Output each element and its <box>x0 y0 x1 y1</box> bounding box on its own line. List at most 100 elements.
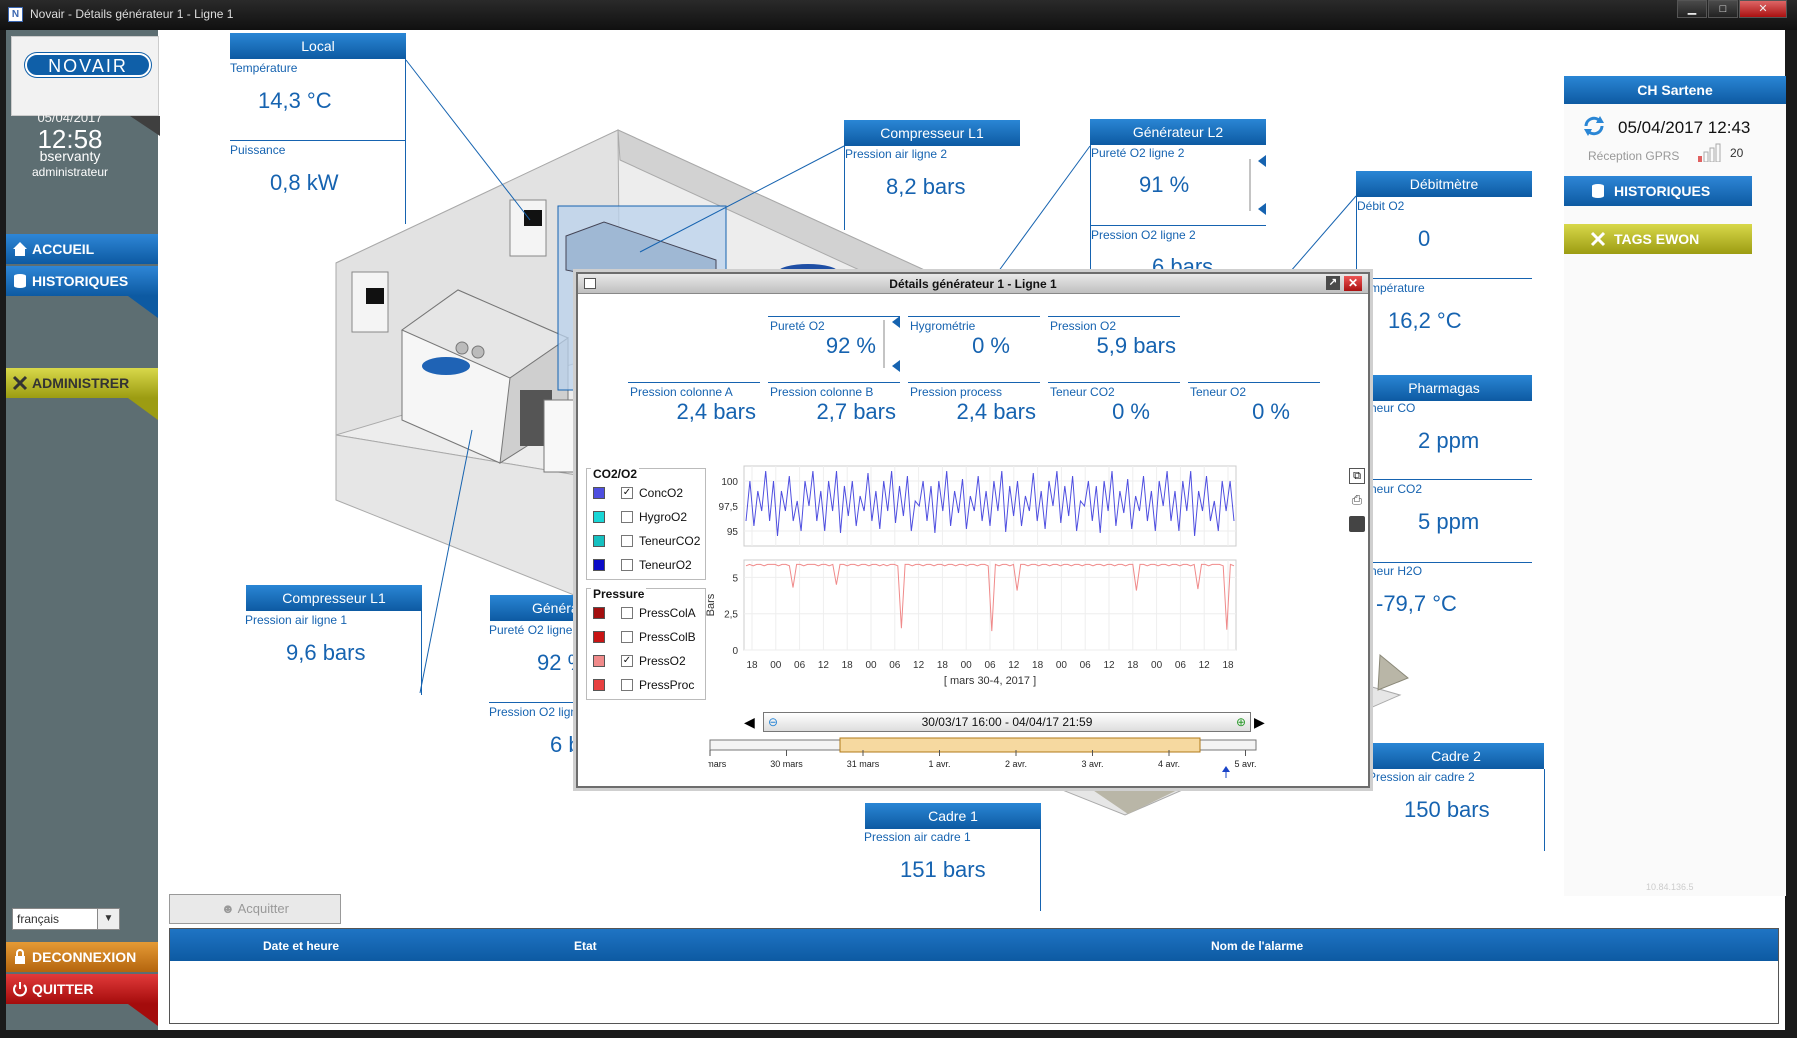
language-select[interactable]: français ▼ <box>12 908 120 930</box>
pharmagas-tag[interactable]: Pharmagas <box>1356 375 1532 401</box>
alarm-table[interactable]: Date et heure Etat Nom de l'alarme <box>169 928 1779 1024</box>
legend-co2-o2: CO2/O2 ✓ ConcO2 HygroO2 TeneurCO2 Teneur… <box>586 467 706 580</box>
historiques-button[interactable]: HISTORIQUES <box>1564 176 1752 206</box>
y-tick-label: 5 <box>732 573 738 584</box>
tags-ewon-button[interactable]: TAGS EWON <box>1564 224 1752 254</box>
legend-checkbox[interactable] <box>621 535 633 547</box>
wall-box-1 <box>509 199 547 257</box>
quitter-button[interactable]: QUITTER <box>6 974 158 1004</box>
site-datetime: 05/04/2017 12:43 <box>1618 118 1751 137</box>
debitmetre-flow-value: 0 <box>1418 226 1431 251</box>
y-tick-label: 100 <box>721 477 738 488</box>
popup-title-bar[interactable]: Détails générateur 1 - Ligne 1 ↗ ✕ <box>578 274 1368 294</box>
x-tick-label: 12 <box>1103 660 1115 671</box>
history-chart[interactable]: 100 97,5 95 5 2,5 0 Bars 18 00 06 12 18 00 06 12 18 00 06… <box>706 464 1346 704</box>
x-tick-label: 06 <box>1175 660 1187 671</box>
quitter-fold <box>128 1004 158 1026</box>
col-date-heure[interactable]: Date et heure <box>263 939 339 953</box>
database-icon <box>14 274 26 288</box>
administrer-button[interactable]: ADMINISTRER <box>6 368 158 398</box>
zoom-in-icon[interactable]: ⊕ <box>1236 713 1246 731</box>
legend-checkbox[interactable]: ✓ <box>621 655 633 667</box>
left-sidebar: NOVAIR 05/04/2017 12:58 bservanty admini… <box>6 30 160 1030</box>
chevron-down-icon[interactable]: ▼ <box>97 909 119 929</box>
acquitter-button[interactable]: ☻ Acquitter <box>169 894 341 924</box>
y-tick-label: 0 <box>732 646 738 657</box>
legend-label: PressColA <box>639 606 696 620</box>
compressor-l1-gauge-2 <box>471 345 485 359</box>
legend-label: TeneurCO2 <box>639 534 701 548</box>
compresseur-l2-label: Pression air ligne 2 <box>845 147 948 161</box>
x-tick-label: 00 <box>865 660 877 671</box>
popup-close-button[interactable]: ✕ <box>1344 276 1362 291</box>
local-tag[interactable]: Local <box>230 33 406 59</box>
col-nom-alarme[interactable]: Nom de l'alarme <box>1211 939 1303 953</box>
legend-checkbox[interactable] <box>621 559 633 571</box>
metric-purete-o2: Pureté O2 92 % <box>768 316 900 368</box>
site-tag[interactable]: CH Sartene <box>1564 76 1786 104</box>
legend-checkbox[interactable] <box>621 511 633 523</box>
metric-hygrometrie: Hygrométrie 0 % <box>908 316 1040 358</box>
room-corner-shadow <box>1377 653 1409 691</box>
generateur-l1-tag[interactable]: Généra <box>490 595 576 621</box>
local-separator <box>230 140 406 141</box>
metric-col-a-label: Pression colonne A <box>630 385 733 399</box>
compressor-l1-badge <box>422 357 470 375</box>
save-icon[interactable] <box>1349 516 1365 532</box>
cadre1-tag[interactable]: Cadre 1 <box>865 803 1041 829</box>
metric-teneur-o2: Teneur O2 0 % <box>1188 382 1320 424</box>
metric-col-a-value: 2,4 bars <box>676 399 757 424</box>
tools-icon <box>1590 231 1606 247</box>
cadre2-tag[interactable]: Cadre 2 <box>1368 743 1544 769</box>
popup-maximize-icon[interactable]: ↗ <box>1326 276 1340 290</box>
legend-checkbox[interactable] <box>621 679 633 691</box>
local-leader-line <box>405 59 531 221</box>
zoom-out-icon[interactable]: ⊖ <box>768 713 778 731</box>
x-tick-label: 12 <box>818 660 830 671</box>
pharmagas-separator-2 <box>1370 562 1532 563</box>
nav-next-icon[interactable]: ▶ <box>1254 714 1265 731</box>
date-range-bar[interactable]: ⊖ 30/03/17 16:00 - 04/04/17 21:59 ⊕ <box>763 712 1251 732</box>
compresseur-l2-tag[interactable]: Compresseur L1 <box>844 120 1020 146</box>
compresseur-l1-tag[interactable]: Compresseur L1 <box>246 585 422 611</box>
pharmagas-co-label: neur CO <box>1370 401 1416 415</box>
x-tick-label: 06 <box>984 660 996 671</box>
debitmetre-tag[interactable]: Débitmètre <box>1356 171 1532 197</box>
metric-pression-o2: Pression O2 5,9 bars <box>1048 316 1180 358</box>
legend-checkbox[interactable] <box>621 607 633 619</box>
legend-label: PressColB <box>639 630 696 644</box>
generator-l2-leader-line <box>997 145 1091 273</box>
legend-checkbox[interactable] <box>621 631 633 643</box>
print-icon[interactable]: ⎙ <box>1349 492 1365 508</box>
sidebar-date: 05/04/2017 <box>37 110 103 125</box>
col-etat[interactable]: Etat <box>574 939 597 953</box>
timeline-label: 2 avr. <box>1005 759 1027 769</box>
local-temp-label: Température <box>230 61 298 75</box>
accueil-button[interactable]: ACCUEIL <box>6 234 158 264</box>
timeline-selection[interactable] <box>839 737 1201 753</box>
sidebar-historiques-button[interactable]: HISTORIQUES <box>6 266 158 296</box>
legend-swatch <box>593 487 605 499</box>
refresh-icon[interactable] <box>1582 114 1606 138</box>
nav-prev-icon[interactable]: ◀ <box>744 714 755 731</box>
generator-details-popup[interactable]: Détails générateur 1 - Ligne 1 ↗ ✕ Puret… <box>576 272 1370 788</box>
timeline-scroller[interactable]: 29 mars 30 mars 31 mars 1 avr. 2 avr. 3 avr. 4… <box>708 736 1258 780</box>
timeline-label: 3 avr. <box>1081 759 1103 769</box>
legend-swatch <box>593 607 605 619</box>
historiques-label: HISTORIQUES <box>32 273 129 289</box>
acquitter-label: Acquitter <box>237 901 289 916</box>
deconnexion-button[interactable]: DECONNEXION <box>6 942 158 972</box>
pharmagas-co-value: 2 ppm <box>1418 428 1480 453</box>
debitmetre-flow-label: Débit O2 <box>1357 199 1405 213</box>
generateur-l2-tag[interactable]: Générateur L2 <box>1090 119 1266 145</box>
metric-teneur-co2: Teneur CO2 0 % <box>1048 382 1180 424</box>
tools-icon <box>12 375 28 391</box>
legend-label: PressO2 <box>639 654 686 668</box>
x-tick-label: 06 <box>1080 660 1092 671</box>
metric-pression-colonne-a: Pression colonne A 2,4 bars <box>628 382 760 424</box>
debitmetre-temp-value: 16,2 °C <box>1388 308 1462 333</box>
legend-checkbox[interactable]: ✓ <box>621 487 633 499</box>
logo-fold <box>130 116 160 136</box>
fullscreen-icon[interactable]: ⧉ <box>1349 468 1365 484</box>
pharmagas-co2-value: 5 ppm <box>1418 509 1480 534</box>
